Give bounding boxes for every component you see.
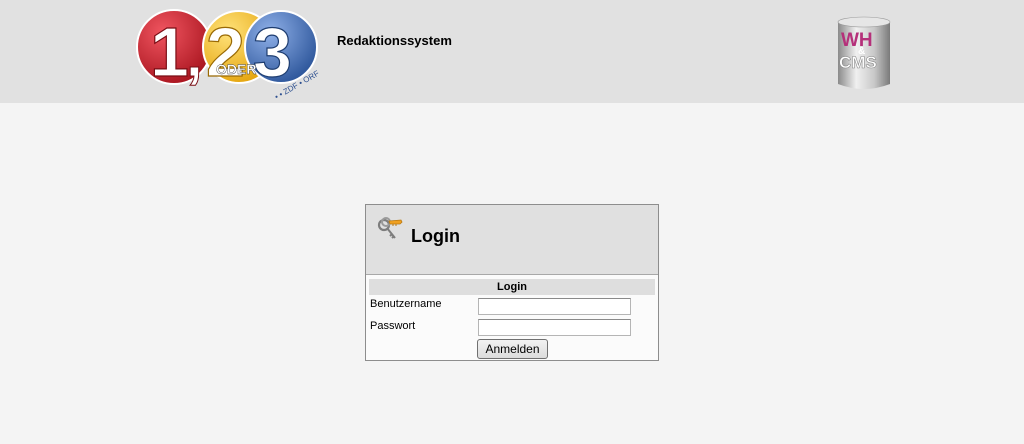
login-button[interactable]: Anmelden xyxy=(477,339,548,359)
login-form: Login Benutzername Passwort Anmelden xyxy=(366,275,658,360)
cylinder-top xyxy=(837,16,891,28)
password-label: Passwort xyxy=(370,320,416,332)
login-panel-header: Login xyxy=(366,205,658,275)
logo-cms: CMS xyxy=(839,53,877,72)
username-input[interactable] xyxy=(478,298,631,315)
login-panel: Login Login Benutzername Passwort Anmeld… xyxy=(365,204,659,361)
logo-digit-3: 3 xyxy=(253,13,292,91)
login-title: Login xyxy=(411,226,460,246)
logo-wh: WH xyxy=(841,30,873,51)
username-label: Benutzername xyxy=(370,298,442,310)
keys-icon xyxy=(377,217,403,239)
logo-digit-2: 2 xyxy=(206,13,245,91)
password-input[interactable] xyxy=(478,319,631,336)
system-title: Redaktionssystem xyxy=(337,33,452,48)
logo-digit-1: 1 xyxy=(150,13,189,91)
form-header: Login xyxy=(369,279,655,295)
logo-123-oder: 1 , 2 3 ODER • • ZDF • ORF xyxy=(136,9,321,100)
logo-oder: ODER xyxy=(216,61,256,77)
logo-wh-cms: WH & CMS xyxy=(837,16,891,89)
logo-comma: , xyxy=(186,22,203,89)
page-header: 1 , 2 3 ODER • • ZDF • ORF Redaktionssys… xyxy=(0,0,1024,103)
